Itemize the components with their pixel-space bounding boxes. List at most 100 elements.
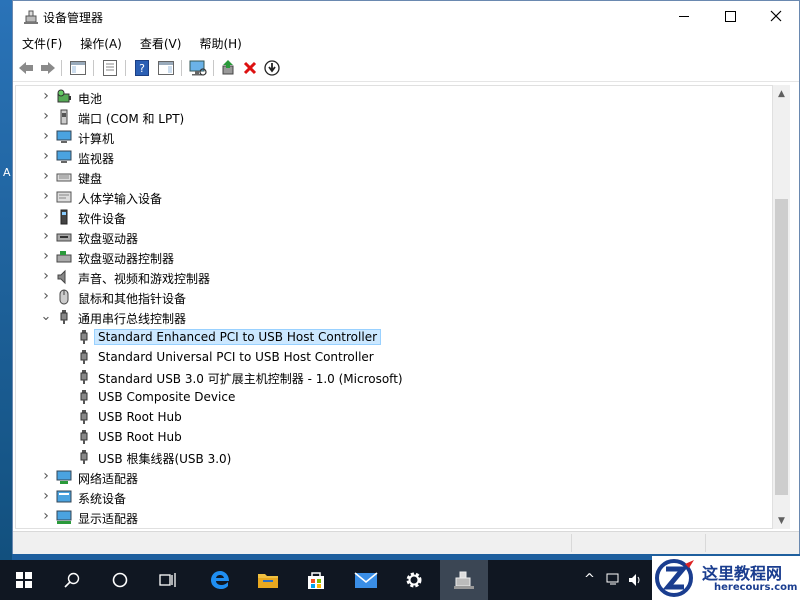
tree-item-label: 软盘驱动器控制器 <box>78 252 175 266</box>
tree-category-row[interactable]: › 人体学输入设备 <box>16 187 772 207</box>
show-action-pane-button[interactable] <box>157 59 175 77</box>
vertical-scrollbar[interactable]: ▲ ▼ <box>773 85 790 529</box>
display-adapter-icon <box>56 510 72 524</box>
tree-category-row[interactable]: › 计算机 <box>16 127 772 147</box>
usb-icon <box>80 330 88 344</box>
chevron-right-icon[interactable]: › <box>40 288 52 304</box>
tree-category-row[interactable]: › 软件设备 <box>16 207 772 227</box>
tree-category-row[interactable]: › 软盘驱动器 <box>16 227 772 247</box>
tree-category-row[interactable]: › 网络适配器 <box>16 467 772 487</box>
network-tray-icon[interactable] <box>606 572 622 588</box>
tree-device-row[interactable]: USB Root Hub <box>16 407 772 427</box>
mail-button[interactable] <box>342 560 390 600</box>
uninstall-device-button[interactable] <box>241 59 259 77</box>
chevron-right-icon[interactable]: › <box>40 208 52 224</box>
tree-item-label: 人体学输入设备 <box>78 192 163 206</box>
scrollbar-thumb[interactable] <box>775 199 788 495</box>
enable-device-button[interactable] <box>263 59 281 77</box>
minimize-button[interactable] <box>661 1 707 31</box>
status-bar <box>13 531 799 554</box>
scroll-up-icon[interactable]: ▲ <box>773 85 790 102</box>
show-hide-console-tree-button[interactable] <box>69 59 87 77</box>
tree-device-row[interactable]: USB Root Hub <box>16 427 772 447</box>
tree-item-label: USB Root Hub <box>98 430 182 444</box>
close-button[interactable] <box>753 1 799 31</box>
menu-action[interactable]: 操作(A) <box>71 33 131 53</box>
tree-item-label: 端口 (COM 和 LPT) <box>78 112 185 126</box>
start-button[interactable] <box>0 560 48 600</box>
tree-category-row[interactable]: › 鼠标和其他指针设备 <box>16 287 772 307</box>
tree-category-row[interactable]: › 端口 (COM 和 LPT) <box>16 107 772 127</box>
chevron-right-icon[interactable]: › <box>40 248 52 264</box>
volume-tray-icon[interactable] <box>628 572 644 588</box>
task-view-button[interactable] <box>144 560 192 600</box>
cortana-button[interactable] <box>96 560 144 600</box>
update-driver-button[interactable] <box>219 59 237 77</box>
watermark-url: herecours.com <box>714 582 798 593</box>
tree-device-row[interactable]: USB Composite Device <box>16 387 772 407</box>
folder-icon <box>258 574 278 588</box>
tree-device-row[interactable]: Standard Enhanced PCI to USB Host Contro… <box>16 327 772 347</box>
store-button[interactable] <box>292 560 340 600</box>
menu-help[interactable]: 帮助(H) <box>190 33 250 53</box>
settings-button[interactable] <box>390 560 438 600</box>
title-bar[interactable]: 设备管理器 <box>13 1 799 31</box>
tree-category-row[interactable]: › 显示适配器 <box>16 507 772 527</box>
chevron-right-icon[interactable]: › <box>40 488 52 504</box>
back-button[interactable] <box>17 59 35 77</box>
chevron-right-icon[interactable]: › <box>40 188 52 204</box>
window-title: 设备管理器 <box>43 11 104 25</box>
task-view-icon <box>159 573 176 587</box>
chevron-right-icon[interactable]: › <box>40 168 52 184</box>
store-bag-icon <box>308 572 324 589</box>
tray-chevron-icon[interactable]: ^ <box>584 572 595 587</box>
floppy-drive-icon <box>56 233 72 242</box>
menu-view[interactable]: 查看(V) <box>131 33 191 53</box>
file-explorer-button[interactable] <box>244 560 292 600</box>
tree-device-row[interactable]: Standard USB 3.0 可扩展主机控制器 - 1.0 (Microso… <box>16 367 772 387</box>
properties-button[interactable] <box>101 59 119 77</box>
help-button[interactable]: ? <box>133 59 151 77</box>
tree-category-row[interactable]: › 键盘 <box>16 167 772 187</box>
tree-device-row[interactable]: Standard Universal PCI to USB Host Contr… <box>16 347 772 367</box>
menu-file[interactable]: 文件(F) <box>13 33 71 53</box>
tree-category-row[interactable]: › 软盘驱动器控制器 <box>16 247 772 267</box>
tree-item-label: 网络适配器 <box>78 472 139 486</box>
chevron-down-icon[interactable]: ⌄ <box>40 309 52 324</box>
chevron-right-icon[interactable]: › <box>40 228 52 244</box>
chevron-right-icon[interactable]: › <box>40 468 52 484</box>
device-manager-taskbar-button[interactable] <box>440 560 488 600</box>
tree-category-row[interactable]: › 监视器 <box>16 147 772 167</box>
windows-logo-icon <box>16 572 32 588</box>
chevron-right-icon[interactable]: › <box>40 508 52 524</box>
search-button[interactable] <box>48 560 96 600</box>
edge-browser-button[interactable] <box>196 560 244 600</box>
mouse-icon <box>59 289 69 305</box>
usb-icon <box>80 390 88 404</box>
chevron-right-icon[interactable]: › <box>40 88 52 104</box>
scroll-down-icon[interactable]: ▼ <box>773 512 790 529</box>
usb-icon <box>80 370 88 384</box>
tree-category-row[interactable]: › 声音、视频和游戏控制器 <box>16 267 772 287</box>
tree-category-row[interactable]: › 电池 <box>16 87 772 107</box>
usb-icon <box>60 310 68 324</box>
chevron-right-icon[interactable]: › <box>40 128 52 144</box>
maximize-button[interactable] <box>707 1 753 31</box>
status-cell <box>571 534 704 552</box>
sound-icon <box>57 269 66 285</box>
uninstall-x-icon <box>243 61 257 75</box>
scan-hardware-button[interactable] <box>189 59 207 77</box>
tree-item-label: 电池 <box>78 92 103 106</box>
tree-category-row[interactable]: › 系统设备 <box>16 487 772 507</box>
tree-item-label: USB 根集线器(USB 3.0) <box>98 452 232 466</box>
chevron-right-icon[interactable]: › <box>40 108 52 124</box>
chevron-right-icon[interactable]: › <box>40 268 52 284</box>
toolbar-separator <box>61 60 62 76</box>
computer-icon <box>56 130 72 143</box>
tree-device-row[interactable]: USB 根集线器(USB 3.0) <box>16 447 772 467</box>
forward-button[interactable] <box>39 59 57 77</box>
chevron-right-icon[interactable]: › <box>40 148 52 164</box>
tree-item-label: USB Root Hub <box>98 410 182 424</box>
tree-category-row[interactable]: ⌄ 通用串行总线控制器 <box>16 307 772 327</box>
tree-item-label: 鼠标和其他指针设备 <box>78 292 187 306</box>
